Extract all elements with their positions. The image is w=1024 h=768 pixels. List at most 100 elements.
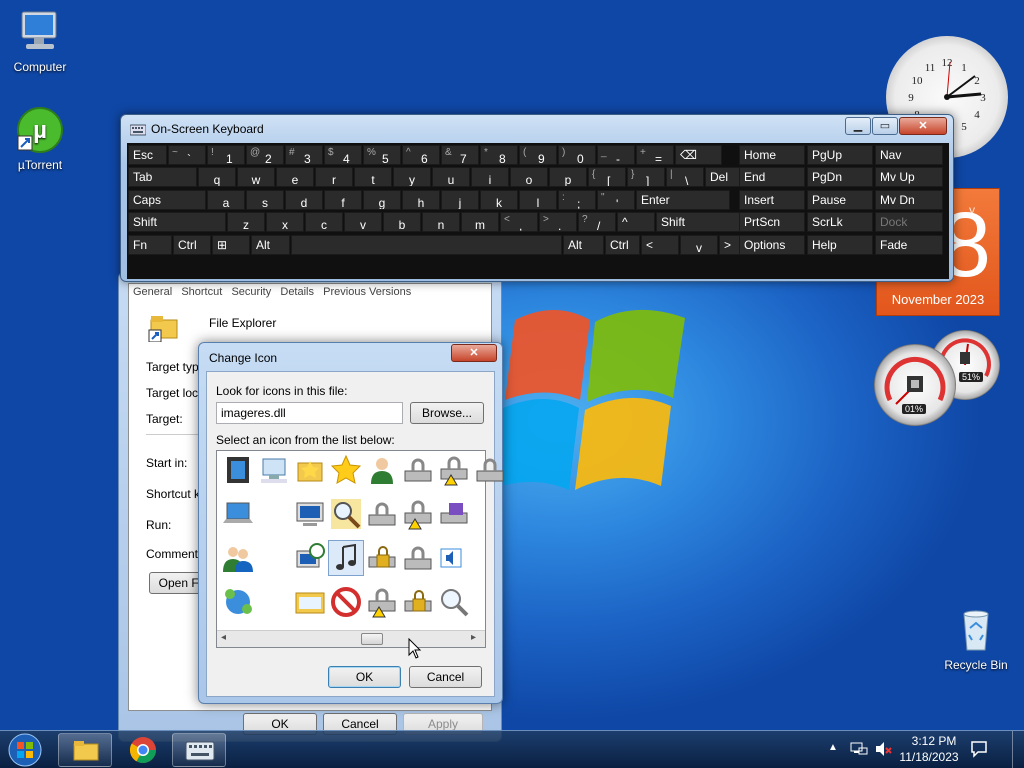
show-hidden-icons[interactable]: ▲ [828, 742, 838, 753]
desktop-icon-computer[interactable]: Computer [2, 8, 78, 74]
maximize-button[interactable]: ▭ [872, 117, 898, 135]
padlock-gold-icon[interactable] [401, 585, 435, 619]
key-9[interactable]: (9 [519, 145, 557, 165]
key-t[interactable]: t [354, 167, 392, 188]
key-4[interactable]: $4 [324, 145, 362, 165]
key-w[interactable]: w [237, 167, 275, 188]
browse-button[interactable]: Browse... [410, 402, 484, 424]
user-icon[interactable] [365, 453, 399, 487]
network-globe-icon[interactable] [221, 585, 255, 619]
key-scrlk[interactable]: ScrLk [807, 212, 873, 233]
key-up-arrow[interactable]: ^ [617, 212, 655, 233]
key-backspace[interactable]: ⌫ [675, 145, 722, 165]
key-=[interactable]: + = [636, 145, 674, 165]
key-e[interactable]: e [276, 167, 314, 188]
icon-file-input[interactable]: imageres.dll [216, 402, 403, 424]
key-j[interactable]: j [441, 189, 479, 210]
key-mv-dn[interactable]: Mv Dn [875, 189, 943, 210]
volume-muted-icon[interactable] [874, 740, 892, 761]
key-1[interactable]: ! 1 [207, 145, 245, 165]
music-note-icon[interactable] [328, 540, 364, 576]
tab-general[interactable]: General [133, 286, 172, 298]
key-pgdn[interactable]: PgDn [807, 167, 873, 188]
folder-star-icon[interactable] [293, 453, 327, 487]
key-a[interactable]: a [207, 189, 245, 210]
laptop-icon[interactable] [221, 497, 255, 531]
key-prtscn[interactable]: PrtScn [739, 212, 805, 233]
key-mv-up[interactable]: Mv Up [875, 167, 943, 188]
key-\[interactable]: | \ [666, 167, 704, 188]
blank-icon[interactable] [257, 585, 291, 619]
taskbar-chrome[interactable] [116, 733, 170, 767]
change-icon-dialog[interactable]: Change Icon ✕ Look for icons in this fil… [198, 342, 504, 704]
padlock-warning-icon[interactable] [365, 585, 399, 619]
key-2[interactable]: @2 [246, 145, 284, 165]
tab-shortcut[interactable]: Shortcut [181, 286, 222, 298]
start-button[interactable] [6, 732, 44, 768]
key-esc[interactable]: Esc [128, 145, 167, 165]
key-shift[interactable]: Shift [128, 212, 226, 233]
tab-security[interactable]: Security [231, 286, 271, 298]
key-h[interactable]: h [402, 189, 440, 210]
key-y[interactable]: y [393, 167, 431, 188]
key-o[interactable]: o [510, 167, 548, 188]
dialog-ok-button[interactable]: OK [328, 666, 401, 688]
key-caps-lock[interactable]: Caps [128, 189, 206, 210]
folder-window-icon[interactable] [293, 585, 327, 619]
key-l[interactable]: l [519, 189, 557, 210]
blank-icon[interactable] [257, 541, 291, 575]
key-[[interactable]: {[ [588, 167, 626, 188]
computer-clock-icon[interactable] [293, 541, 327, 575]
minimize-button[interactable]: ▁ [845, 117, 871, 135]
taskbar-file-explorer[interactable] [58, 733, 112, 767]
blank-icon[interactable] [257, 497, 291, 531]
key-options[interactable]: Options [739, 234, 805, 255]
key-p[interactable]: p [549, 167, 587, 188]
users-icon[interactable] [221, 541, 255, 575]
key-down-arrow[interactable]: v [344, 212, 382, 233]
desktop-icon-recycle-bin[interactable]: Recycle Bin [938, 606, 1014, 672]
key-help[interactable]: Help [807, 234, 873, 255]
key-tab[interactable]: Tab [128, 167, 197, 188]
speaker-icon[interactable] [437, 541, 471, 575]
close-button[interactable]: ✕ [899, 117, 947, 135]
tab-previous-versions[interactable]: Previous Versions [323, 286, 411, 298]
key-`[interactable]: ~ ` [168, 145, 206, 165]
key-][interactable]: }] [627, 167, 665, 188]
key-nav[interactable]: Nav [875, 145, 943, 165]
show-desktop-button[interactable] [1012, 731, 1024, 768]
key--[interactable]: _ - [597, 145, 635, 165]
key-'[interactable]: " ' [597, 189, 635, 210]
padlock-drive-icon[interactable] [401, 541, 435, 575]
key-3[interactable]: #3 [285, 145, 323, 165]
key-windows[interactable]: ⊞ [212, 234, 250, 255]
key-n[interactable]: n [422, 212, 460, 233]
key-i[interactable]: i [471, 167, 509, 188]
key-down-arrow[interactable]: v [680, 234, 718, 255]
key-space[interactable] [291, 234, 562, 255]
clock-time[interactable]: 3:12 PM [906, 734, 962, 748]
padlock-drive-icon[interactable] [401, 453, 435, 487]
key-shift[interactable]: Shift [656, 212, 741, 233]
padlock-warning-icon[interactable] [401, 497, 435, 531]
key-/[interactable]: ? / [578, 212, 616, 233]
key-5[interactable]: % 5 [363, 145, 401, 165]
cpu-gauge[interactable]: 01% [874, 344, 956, 426]
key-z[interactable]: z [227, 212, 265, 233]
key-fade[interactable]: Fade [875, 234, 943, 255]
key-end[interactable]: End [739, 167, 805, 188]
scrollbar-thumb[interactable] [361, 633, 383, 645]
key-6[interactable]: ^ 6 [402, 145, 440, 165]
no-entry-icon[interactable] [329, 585, 363, 619]
computer-screen-icon[interactable] [293, 497, 327, 531]
on-screen-keyboard-window[interactable]: On-Screen Keyboard ▁ ▭ ✕ Esc ~ `! 1 @2 #3 $4% 5… [120, 114, 954, 282]
horizontal-scrollbar[interactable]: ◂ ▸ [217, 630, 485, 647]
film-icon[interactable] [221, 453, 255, 487]
key-q[interactable]: q [198, 167, 236, 188]
icon-list[interactable]: ◂ ▸ [216, 450, 504, 648]
key-pause[interactable]: Pause [807, 189, 873, 210]
key-;[interactable]: :; [558, 189, 596, 210]
key-home[interactable]: Home [739, 145, 805, 165]
key-r[interactable]: r [315, 167, 353, 188]
dialog-cancel-button[interactable]: Cancel [409, 666, 482, 688]
